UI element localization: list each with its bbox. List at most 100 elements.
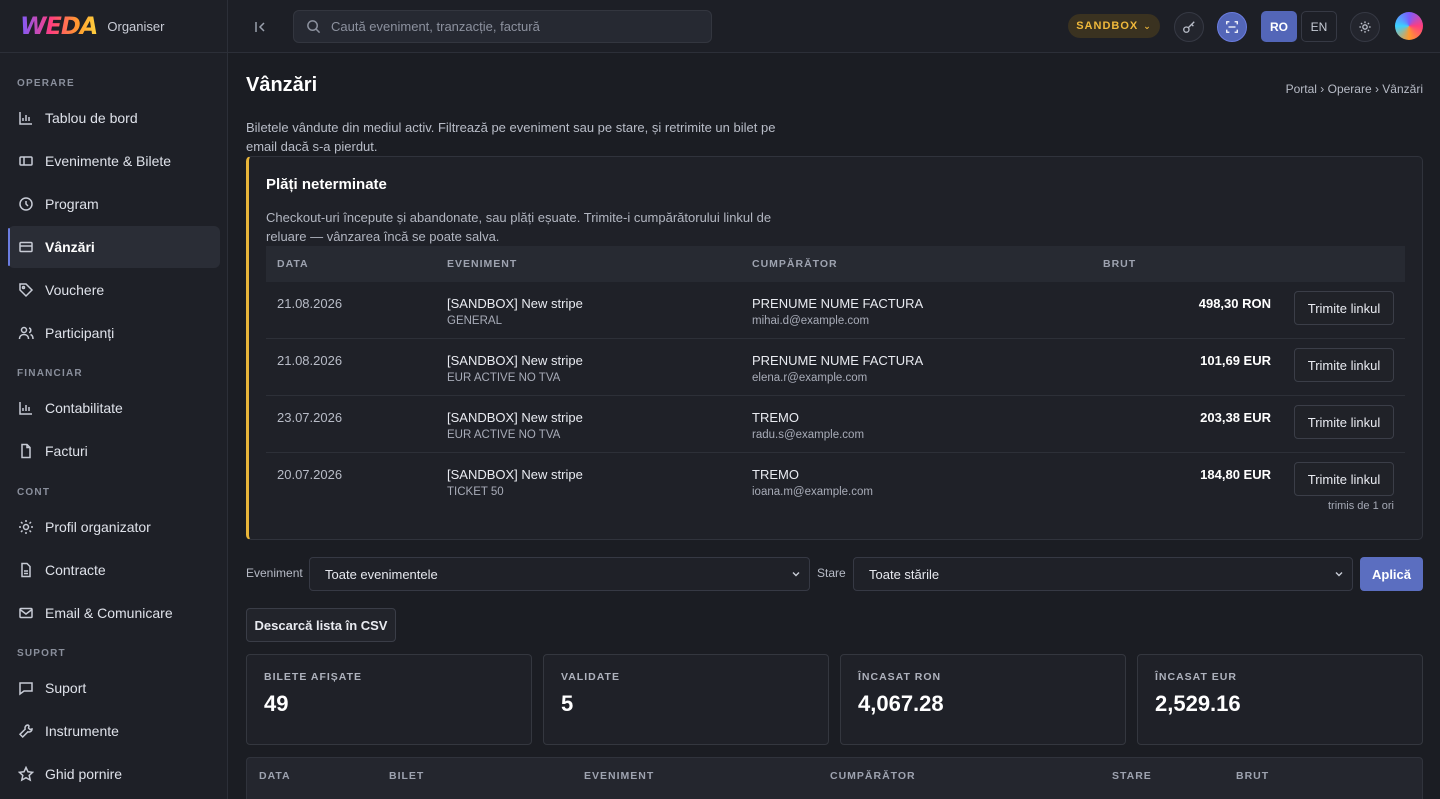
sidebar-item-support[interactable]: Suport <box>8 667 220 709</box>
row-email: elena.r@example.com <box>752 372 868 384</box>
search-input[interactable]: Caută eveniment, tranzacție, factură <box>293 10 712 43</box>
avatar[interactable] <box>1395 12 1423 40</box>
col-buyer[interactable]: CUMPĂRĂTOR <box>830 770 916 782</box>
document-icon <box>18 443 34 459</box>
ticket-icon <box>18 153 34 169</box>
row-amount: 203,38 EUR <box>1200 410 1271 425</box>
breadcrumb: Portal › Operare › Vânzări <box>1285 82 1423 96</box>
status-filter-value: Toate stările <box>869 566 940 582</box>
sidebar-item-tools[interactable]: Instrumente <box>8 710 220 752</box>
collapse-sidebar-icon[interactable] <box>250 16 272 38</box>
sidebar-item-contracts[interactable]: Contracte <box>8 549 220 591</box>
nav-section-suport: SUPORT <box>17 647 66 659</box>
send-link-button[interactable]: Trimite linkul <box>1294 348 1394 382</box>
sales-table-header: DATA BILET EVENIMENT CUMPĂRĂTOR STARE BR… <box>246 757 1423 799</box>
send-link-button[interactable]: Trimite linkul <box>1294 291 1394 325</box>
sidebar-item-email[interactable]: Email & Comunicare <box>8 592 220 634</box>
stat-card-collected-ron: ÎNCASAT RON 4,067.28 <box>840 654 1126 745</box>
sidebar-item-accounting[interactable]: Contabilitate <box>8 387 220 429</box>
clock-icon <box>18 196 34 212</box>
scan-button[interactable] <box>1217 12 1247 42</box>
row-date: 21.08.2026 <box>277 353 343 368</box>
row-buyer: PRENUME NUME FACTURA <box>752 296 924 311</box>
mail-icon <box>18 605 34 621</box>
card-icon <box>18 239 34 255</box>
pending-payments-title: Plăți neterminate <box>266 176 387 193</box>
status-filter-label: Stare <box>817 566 846 580</box>
col-event[interactable]: EVENIMENT <box>584 770 654 782</box>
apply-filters-button[interactable]: Aplică <box>1360 557 1423 591</box>
sidebar-item-invoices[interactable]: Facturi <box>8 430 220 472</box>
table-row: 21.08.2026 [SANDBOX] New stripe GENERAL … <box>266 282 1405 339</box>
table-row: 20.07.2026 [SANDBOX] New stripe TICKET 5… <box>266 453 1405 523</box>
sidebar-item-dashboard[interactable]: Tablou de bord <box>8 97 220 139</box>
row-date: 23.07.2026 <box>277 410 343 425</box>
sidebar-item-label: Vânzări <box>45 239 95 255</box>
nav-section-cont: CONT <box>17 486 51 498</box>
page-title: Vânzări <box>246 74 318 96</box>
col-buyer: CUMPĂRĂTOR <box>752 258 838 270</box>
brand-subtitle: Organiser <box>107 18 165 34</box>
row-date: 20.07.2026 <box>277 467 343 482</box>
key-icon <box>1183 21 1195 33</box>
sidebar: WEDA Organiser OPERARE Tablou de bord Ev… <box>0 0 228 799</box>
stat-value: 49 <box>264 691 289 716</box>
row-ticket: EUR ACTIVE NO TVA <box>447 429 561 441</box>
chevron-down-icon: ⌄ <box>1143 20 1152 31</box>
chevron-down-icon <box>792 572 800 577</box>
event-filter-select[interactable]: Toate evenimentele <box>309 557 810 591</box>
stat-label: ÎNCASAT RON <box>858 671 942 683</box>
sidebar-item-participants[interactable]: Participanți <box>8 312 220 354</box>
stat-card-validated: VALIDATE 5 <box>543 654 829 745</box>
stat-card-tickets-shown: BILETE AFIȘATE 49 <box>246 654 532 745</box>
row-buyer: PRENUME NUME FACTURA <box>752 353 924 368</box>
stat-card-collected-eur: ÎNCASAT EUR 2,529.16 <box>1137 654 1423 745</box>
sidebar-item-label: Contracte <box>45 562 106 578</box>
row-event: [SANDBOX] New stripe <box>447 353 583 368</box>
col-date: DATA <box>277 258 309 270</box>
stat-value: 5 <box>561 691 574 716</box>
wrench-icon <box>18 723 34 739</box>
row-email: mihai.d@example.com <box>752 315 870 327</box>
page-description: Biletele vândute din mediul activ. Filtr… <box>246 120 776 154</box>
chevron-down-icon <box>1335 572 1343 577</box>
sidebar-item-label: Evenimente & Bilete <box>45 153 172 169</box>
key-button[interactable] <box>1174 12 1204 42</box>
sidebar-item-getting-started[interactable]: Ghid pornire <box>8 753 220 795</box>
pending-payments-panel: Plăți neterminate Checkout-uri începute … <box>246 156 1423 540</box>
lang-ro-button[interactable]: RO <box>1261 11 1297 42</box>
sidebar-item-sales[interactable]: Vânzări <box>8 226 220 268</box>
col-gross[interactable]: BRUT <box>1236 770 1269 782</box>
sidebar-item-events[interactable]: Evenimente & Bilete <box>8 140 220 182</box>
sidebar-item-label: Facturi <box>45 443 88 459</box>
stat-label: VALIDATE <box>561 671 620 683</box>
row-email: ioana.m@example.com <box>752 486 873 498</box>
sidebar-item-vouchers[interactable]: Vouchere <box>8 269 220 311</box>
col-event: EVENIMENT <box>447 258 518 270</box>
col-date[interactable]: DATA <box>259 770 291 782</box>
row-date: 21.08.2026 <box>277 296 343 311</box>
stat-label: ÎNCASAT EUR <box>1155 671 1237 683</box>
lang-en-button[interactable]: EN <box>1301 11 1337 42</box>
row-email: radu.s@example.com <box>752 429 865 441</box>
sent-count-note: trimis de 1 ori <box>1327 500 1394 512</box>
brand: WEDA Organiser <box>0 0 227 53</box>
sidebar-item-organizer-profile[interactable]: Profil organizator <box>8 506 220 548</box>
topbar: Caută eveniment, tranzacție, factură SAN… <box>228 0 1440 53</box>
col-ticket[interactable]: BILET <box>389 770 424 782</box>
send-link-button[interactable]: Trimite linkul <box>1294 462 1394 496</box>
tag-icon <box>18 282 34 298</box>
table-row: 23.07.2026 [SANDBOX] New stripe EUR ACTI… <box>266 396 1405 453</box>
row-amount: 101,69 EUR <box>1200 353 1271 368</box>
weda-logo[interactable]: WEDA <box>20 12 98 40</box>
star-icon <box>18 766 34 782</box>
status-filter-select[interactable]: Toate stările <box>853 557 1353 591</box>
environment-selector[interactable]: SANDBOX ⌄ <box>1068 14 1160 38</box>
row-ticket: GENERAL <box>447 315 502 327</box>
col-status[interactable]: STARE <box>1112 770 1152 782</box>
sidebar-item-program[interactable]: Program <box>8 183 220 225</box>
send-link-button[interactable]: Trimite linkul <box>1294 405 1394 439</box>
download-csv-button[interactable]: Descarcă lista în CSV <box>246 608 396 642</box>
event-filter-label: Eveniment <box>246 566 303 580</box>
theme-toggle-button[interactable] <box>1350 12 1380 42</box>
